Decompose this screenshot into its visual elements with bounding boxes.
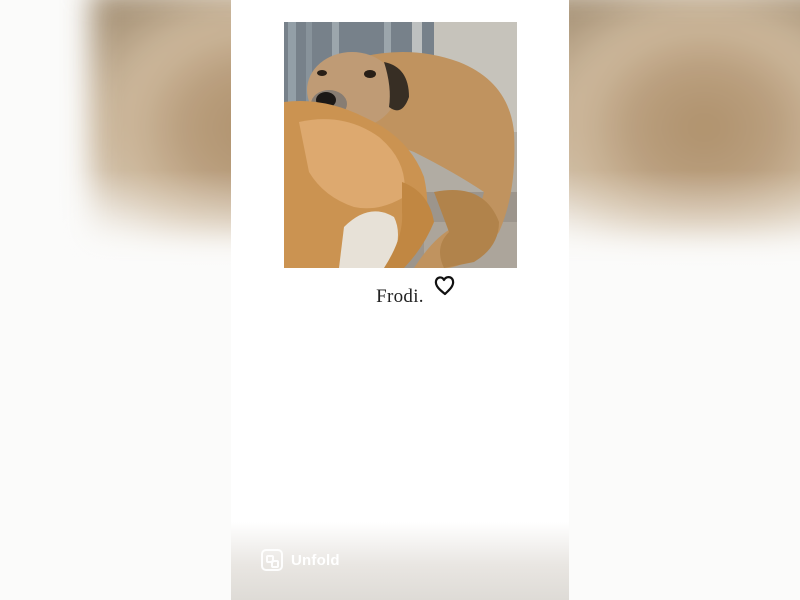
- story-caption: Frodi.: [376, 286, 424, 307]
- unfold-logo-icon: [261, 549, 283, 571]
- brand-name: Unfold: [291, 551, 340, 569]
- unfold-watermark[interactable]: Unfold: [261, 549, 340, 571]
- story-card[interactable]: Frodi. Unfold: [231, 0, 569, 600]
- dog-photo: [284, 22, 517, 268]
- blurred-background-left: [0, 0, 231, 600]
- blurred-background-right: [569, 0, 800, 600]
- heart-icon: [434, 276, 455, 296]
